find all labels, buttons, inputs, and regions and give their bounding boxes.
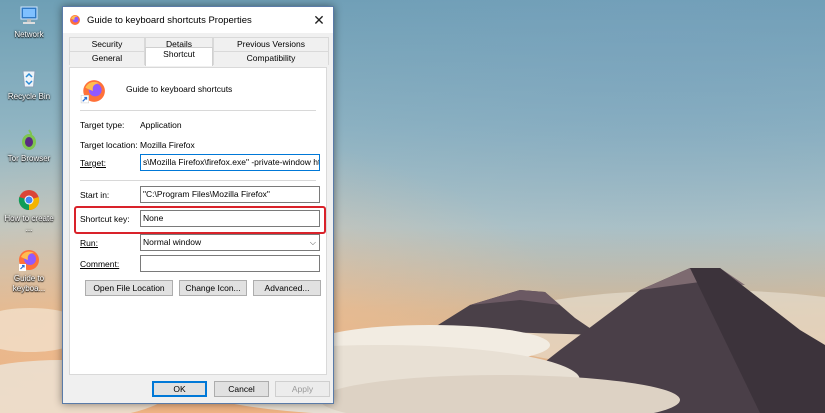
tab-strip: Security Details Previous Versions Gener… — [69, 37, 329, 71]
target-label: Target: — [80, 158, 106, 168]
properties-dialog: Guide to keyboard shortcuts Properties ✕… — [62, 6, 334, 404]
start-in-field[interactable]: "C:\Program Files\Mozilla Firefox" — [140, 186, 320, 203]
target-type-value: Application — [140, 120, 182, 130]
cancel-button[interactable]: Cancel — [214, 381, 269, 397]
desktop-icon-firefox-shortcut[interactable]: Guide to keyboa... — [2, 248, 56, 294]
target-location-value: Mozilla Firefox — [140, 140, 195, 150]
run-label: Run: — [80, 238, 98, 248]
close-icon[interactable]: ✕ — [305, 7, 333, 33]
chevron-down-icon: ⌵ — [309, 238, 316, 247]
desktop-icon-label: How to create ... — [4, 214, 54, 233]
apply-button[interactable]: Apply — [275, 381, 330, 397]
divider — [80, 110, 316, 111]
desktop-icon-recycle-bin[interactable]: Recycle Bin — [2, 66, 56, 102]
start-in-label: Start in: — [80, 190, 110, 200]
tor-browser-icon — [22, 129, 36, 150]
divider — [80, 180, 316, 181]
dialog-titlebar[interactable]: Guide to keyboard shortcuts Properties ✕ — [63, 7, 333, 33]
firefox-shortcut-icon — [19, 250, 39, 271]
chrome-icon — [18, 190, 40, 211]
target-type-label: Target type: — [80, 120, 125, 130]
desktop-icon-label: Guide to keyboa... — [12, 274, 46, 293]
comment-label: Comment: — [80, 259, 120, 269]
target-field[interactable]: s\Mozilla Firefox\firefox.exe" -private-… — [140, 154, 320, 171]
advanced-button[interactable]: Advanced... — [253, 280, 321, 296]
comment-field[interactable] — [140, 255, 320, 272]
desktop-icon-label: Network — [14, 30, 44, 39]
firefox-shortcut-icon — [80, 80, 105, 104]
desktop-icon-label: Recycle Bin — [7, 92, 51, 101]
desktop-icon-tor-browser[interactable]: Tor Browser — [2, 128, 56, 164]
run-select[interactable]: Normal window ⌵ — [140, 234, 320, 251]
recycle-bin-icon — [22, 70, 36, 88]
tab-general[interactable]: General — [69, 51, 145, 65]
target-location-label: Target location: — [80, 140, 138, 150]
open-file-location-button[interactable]: Open File Location — [85, 280, 173, 296]
desktop-icon-network[interactable]: Network — [2, 4, 56, 40]
shortcut-key-field[interactable]: None — [140, 210, 320, 227]
run-select-value: Normal window — [143, 237, 202, 247]
desktop-icon-label: Tor Browser — [7, 154, 51, 163]
tab-shortcut[interactable]: Shortcut — [145, 47, 213, 66]
tab-compatibility[interactable]: Compatibility — [213, 51, 329, 65]
firefox-icon — [70, 15, 80, 25]
network-icon — [20, 6, 38, 24]
change-icon-button[interactable]: Change Icon... — [179, 280, 247, 296]
tab-previous-versions[interactable]: Previous Versions — [213, 37, 329, 51]
shortcut-name: Guide to keyboard shortcuts — [126, 84, 233, 94]
dialog-title: Guide to keyboard shortcuts Properties — [87, 14, 252, 26]
desktop-icon-chrome-shortcut[interactable]: How to create ... — [2, 188, 56, 234]
ok-button[interactable]: OK — [152, 381, 207, 397]
tab-security[interactable]: Security — [69, 37, 145, 51]
shortcut-key-label: Shortcut key: — [80, 214, 130, 224]
shortcut-panel: Guide to keyboard shortcuts Target type:… — [69, 67, 327, 375]
